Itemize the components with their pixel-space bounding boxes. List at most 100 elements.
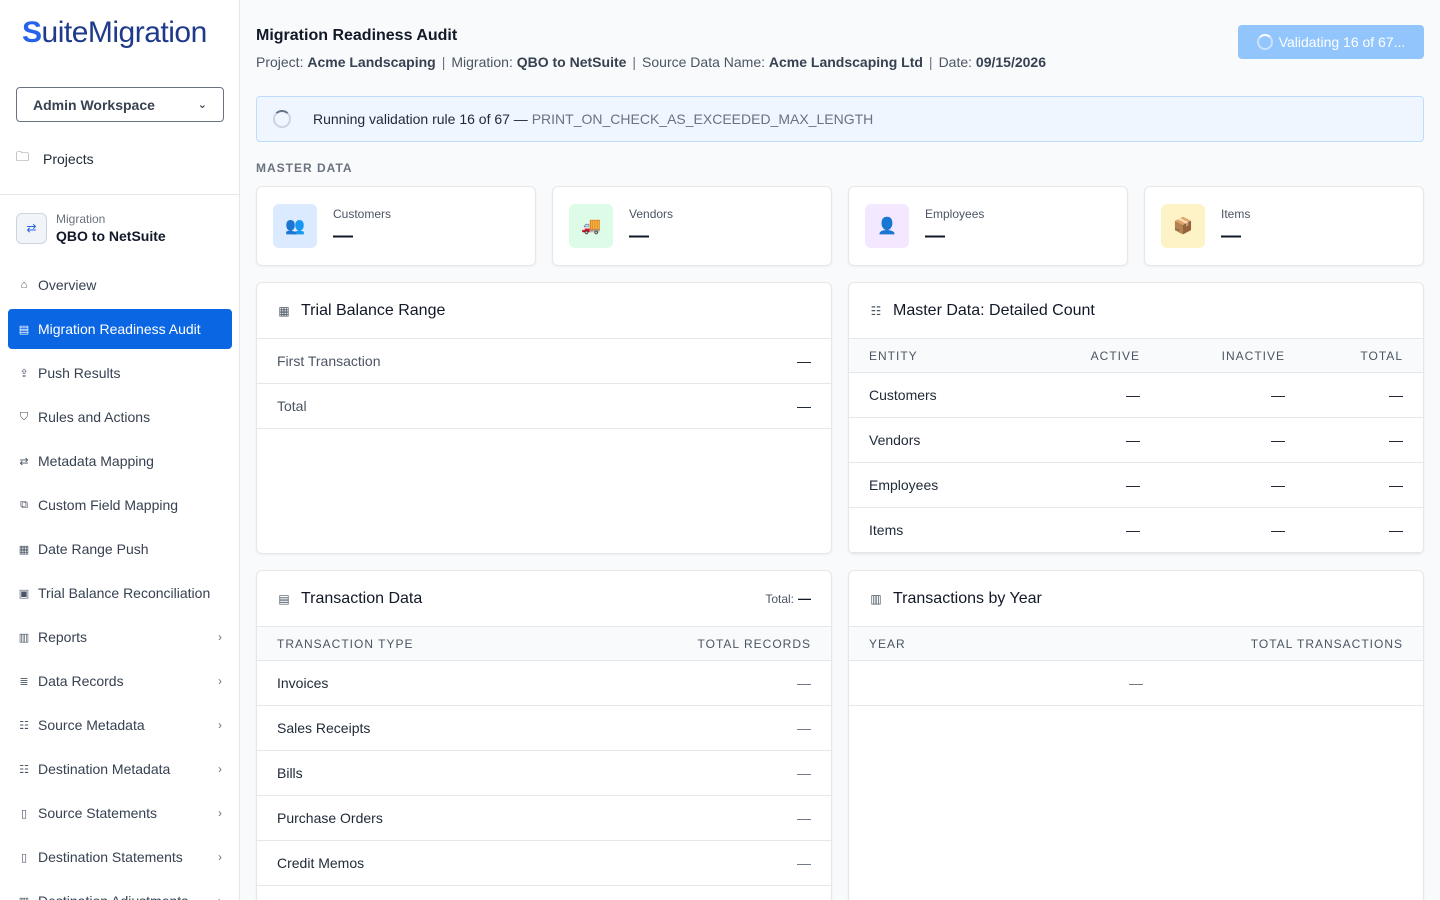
receipt-icon: ▣ xyxy=(18,587,30,600)
table-row: Employees — — — xyxy=(849,463,1423,508)
stat-label: Items xyxy=(1221,207,1251,221)
empty-value: — xyxy=(1129,675,1143,691)
validate-button[interactable]: Validating 16 of 67... xyxy=(1238,25,1424,59)
running-text: Running validation rule 16 of 67 — xyxy=(313,111,528,127)
transaction-type-cell: Bills xyxy=(277,765,303,781)
table-header: YEAR TOTAL TRANSACTIONS xyxy=(849,627,1423,661)
chart-icon: ▥ xyxy=(18,895,30,900)
workspace-select[interactable]: Admin Workspace ⌄ xyxy=(16,87,224,122)
fields-icon: ⧉ xyxy=(20,498,28,511)
sidebar-item-label: Destination Statements xyxy=(38,849,183,865)
card-header: ▦ Trial Balance Range xyxy=(257,283,831,339)
stat-value: — xyxy=(925,225,945,247)
migration-caption: Migration xyxy=(56,212,106,226)
bar-chart-icon: ▥ xyxy=(870,591,882,606)
trial-balance-card: ▦ Trial Balance Range First Transaction … xyxy=(256,282,832,554)
stat-card-vendors: 🚚 Vendors — xyxy=(552,186,832,266)
app-logo[interactable]: SuiteMigration xyxy=(22,16,207,50)
sidebar-item-destination-adjustments[interactable]: ▥ Destination Adjustments› xyxy=(8,881,232,900)
migration-value: QBO to NetSuite xyxy=(516,54,627,70)
database-icon: ≣ xyxy=(19,675,29,688)
document-icon: ▯ xyxy=(20,851,28,864)
project-label: Project: xyxy=(256,54,304,70)
sidebar-item-rules-and-actions[interactable]: ⛉ Rules and Actions xyxy=(8,397,232,437)
sidebar-item-trial-balance-reconciliation[interactable]: ▣ Trial Balance Reconciliation xyxy=(8,573,232,613)
card-title: Transactions by Year xyxy=(893,589,1042,607)
stat-value: — xyxy=(629,225,649,247)
sidebar-item-destination-statements[interactable]: ▯ Destination Statements › xyxy=(8,837,232,877)
box-icon: 📦 xyxy=(1161,204,1205,248)
sidebar-item-label: Source Metadata xyxy=(38,717,145,733)
sidebar-item-source-statements[interactable]: ▯ Source Statements › xyxy=(8,793,232,833)
running-rule: PRINT_ON_CHECK_AS_EXCEEDED_MAX_LENGTH xyxy=(531,111,874,127)
chevron-right-icon: › xyxy=(218,718,222,732)
column-header: YEAR xyxy=(869,636,906,651)
table-row: Sales Receipts — xyxy=(257,706,831,751)
total-records-cell: — xyxy=(797,720,811,736)
card-header: ▥ Transactions by Year xyxy=(849,571,1423,627)
table-header: ENTITY ACTIVE INACTIVE TOTAL xyxy=(849,339,1423,373)
stat-value: — xyxy=(333,225,353,247)
meta-separator: | xyxy=(632,54,637,70)
total-cell: — xyxy=(1389,387,1403,403)
stat-value: — xyxy=(1221,225,1241,247)
home-icon: ⌂ xyxy=(20,279,28,291)
entity-cell: Vendors xyxy=(869,432,921,448)
total-records-cell: — xyxy=(797,855,811,871)
total-value: — xyxy=(798,591,811,606)
sidebar: SuiteMigration Admin Workspace ⌄ 🗀 Proje… xyxy=(0,0,240,900)
bar-chart-icon: ▥ xyxy=(18,631,30,644)
transaction-type-cell: Sales Receipts xyxy=(277,720,371,736)
sidebar-item-label: Data Records xyxy=(38,673,124,689)
total-records-cell: — xyxy=(797,810,811,826)
stat-card-employees: 👤 Employees — xyxy=(848,186,1128,266)
migration-name: QBO to NetSuite xyxy=(56,228,166,244)
stat-label: Vendors xyxy=(629,207,674,221)
sidebar-item-date-range-push[interactable]: ▦ Date Range Push xyxy=(8,529,232,569)
table-row: Items — — — xyxy=(849,508,1423,553)
kv-label: Total xyxy=(277,398,307,414)
sidebar-item-data-records[interactable]: ≣ Data Records › xyxy=(8,661,232,701)
sidebar-item-source-metadata[interactable]: ☷ Source Metadata › xyxy=(8,705,232,745)
sidebar-item-label: Destination Metadata xyxy=(38,761,171,777)
entity-cell: Items xyxy=(869,522,904,538)
table-row: Vendors — — — xyxy=(849,418,1423,463)
table-row: Customers — — — xyxy=(849,373,1423,418)
projects-link[interactable]: 🗀 Projects xyxy=(16,148,94,170)
kv-row: First Transaction — xyxy=(257,339,831,384)
chevron-right-icon: › xyxy=(218,850,222,864)
active-cell: — xyxy=(1126,387,1140,403)
list-icon: ☷ xyxy=(870,303,882,318)
sidebar-item-label: Trial Balance Reconciliation xyxy=(38,585,211,601)
table-row: — xyxy=(849,661,1423,706)
page-title: Migration Readiness Audit xyxy=(256,27,458,44)
card-header: ▤ Transaction Data Total: — xyxy=(257,571,831,627)
transaction-type-cell: Purchase Orders xyxy=(277,810,383,826)
project-value: Acme Landscaping xyxy=(307,54,436,70)
source-label: Source Data Name: xyxy=(642,54,765,70)
chevron-right-icon: › xyxy=(218,894,222,900)
sidebar-item-push-results[interactable]: ⇪ Push Results xyxy=(8,353,232,393)
sidebar-item-overview[interactable]: ⌂ Overview xyxy=(8,265,232,305)
users-icon: 👥 xyxy=(273,204,317,248)
total-records-cell: — xyxy=(797,765,811,781)
column-header: TRANSACTION TYPE xyxy=(277,636,414,651)
sidebar-item-reports[interactable]: ▥ Reports › xyxy=(8,617,232,657)
transactions-by-year-card: ▥ Transactions by Year YEAR TOTAL TRANSA… xyxy=(848,570,1424,900)
stat-label: Customers xyxy=(333,207,392,221)
validation-progress-banner: Running validation rule 16 of 67 — PRINT… xyxy=(256,96,1424,142)
stat-label: Employees xyxy=(925,207,985,221)
sidebar-item-destination-metadata[interactable]: ☷ Destination Metadata › xyxy=(8,749,232,789)
date-label: Date: xyxy=(938,54,973,70)
sidebar-item-label: Date Range Push xyxy=(38,541,149,557)
sidebar-item-custom-field-mapping[interactable]: ⧉ Custom Field Mapping xyxy=(8,485,232,525)
list-icon: ☷ xyxy=(19,763,29,776)
sidebar-item-metadata-mapping[interactable]: ⇄ Metadata Mapping xyxy=(8,441,232,481)
sidebar-item-migration-readiness-audit[interactable]: ▤ Migration Readiness Audit xyxy=(8,309,232,349)
chevron-right-icon: › xyxy=(218,762,222,776)
chevron-down-icon: ⌄ xyxy=(197,99,207,111)
stat-card-customers: 👥 Customers — xyxy=(256,186,536,266)
active-cell: — xyxy=(1126,432,1140,448)
transaction-type-cell: Invoices xyxy=(277,675,329,691)
folder-icon: 🗀 xyxy=(16,149,30,164)
